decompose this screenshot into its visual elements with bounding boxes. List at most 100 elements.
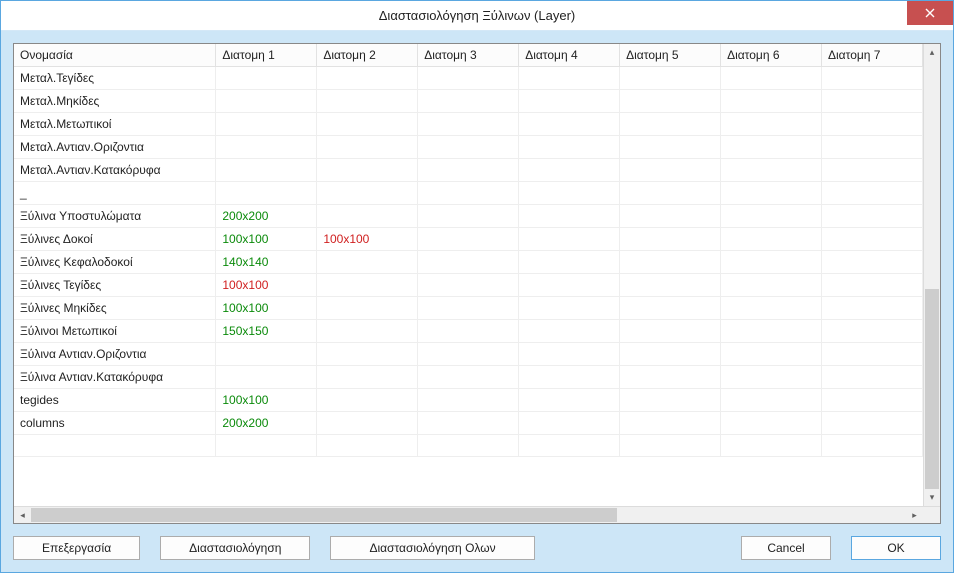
data-cell[interactable]: [620, 159, 721, 182]
data-cell[interactable]: [317, 182, 418, 205]
table-row[interactable]: Ξύλινοι Μετωπικοί150x150: [14, 320, 923, 343]
data-cell[interactable]: [418, 274, 519, 297]
table-row[interactable]: Μεταλ.Αντιαν.Οριζοντια: [14, 136, 923, 159]
data-cell[interactable]: [519, 435, 620, 457]
data-cell[interactable]: [418, 412, 519, 435]
data-cell[interactable]: [418, 182, 519, 205]
table-row[interactable]: Μεταλ.Τεγίδες: [14, 67, 923, 90]
column-header-diatomi-5[interactable]: Διατομη 5: [620, 44, 721, 67]
data-cell[interactable]: [216, 366, 317, 389]
column-header-diatomi-1[interactable]: Διατομη 1: [216, 44, 317, 67]
data-cell[interactable]: [721, 320, 822, 343]
data-cell[interactable]: [216, 182, 317, 205]
data-cell[interactable]: [620, 251, 721, 274]
data-cell[interactable]: [317, 205, 418, 228]
data-cell[interactable]: [519, 136, 620, 159]
data-cell[interactable]: [418, 113, 519, 136]
data-cell[interactable]: [317, 274, 418, 297]
data-cell[interactable]: [418, 435, 519, 457]
data-cell[interactable]: [317, 159, 418, 182]
data-cell[interactable]: [620, 67, 721, 90]
data-cell[interactable]: [317, 343, 418, 366]
table-row[interactable]: Ξύλινες Δοκοί100x100100x100: [14, 228, 923, 251]
row-name-cell[interactable]: _: [14, 182, 216, 205]
data-cell[interactable]: [418, 366, 519, 389]
data-cell[interactable]: [822, 90, 923, 113]
dimension-all-button[interactable]: Διαστασιολόγηση Ολων: [330, 536, 534, 560]
data-cell[interactable]: [519, 297, 620, 320]
data-cell[interactable]: 150x150: [216, 320, 317, 343]
row-name-cell[interactable]: Μεταλ.Μηκίδες: [14, 90, 216, 113]
data-cell[interactable]: [721, 205, 822, 228]
data-cell[interactable]: [822, 320, 923, 343]
row-name-cell[interactable]: Μεταλ.Μετωπικοί: [14, 113, 216, 136]
data-cell[interactable]: 100x100: [216, 228, 317, 251]
table-row[interactable]: Ξύλινες Κεφαλοδοκοί140x140: [14, 251, 923, 274]
table-row[interactable]: Ξύλινα Αντιαν.Οριζοντια: [14, 343, 923, 366]
data-cell[interactable]: [418, 159, 519, 182]
table-row[interactable]: Ξύλινες Μηκίδες100x100: [14, 297, 923, 320]
data-cell[interactable]: [822, 67, 923, 90]
data-cell[interactable]: [620, 435, 721, 457]
data-cell[interactable]: [216, 136, 317, 159]
data-cell[interactable]: [822, 182, 923, 205]
data-cell[interactable]: [620, 136, 721, 159]
data-cell[interactable]: [216, 90, 317, 113]
data-cell[interactable]: [519, 366, 620, 389]
data-cell[interactable]: [216, 113, 317, 136]
column-header-name[interactable]: Ονομασία: [14, 44, 216, 67]
data-cell[interactable]: 100x100: [216, 389, 317, 412]
data-cell[interactable]: [317, 412, 418, 435]
row-name-cell[interactable]: Μεταλ.Αντιαν.Κατακόρυφα: [14, 159, 216, 182]
scroll-left-arrow-icon[interactable]: ◂: [14, 507, 31, 523]
data-cell[interactable]: [822, 228, 923, 251]
vertical-scrollbar[interactable]: ▴ ▾: [923, 44, 940, 506]
data-cell[interactable]: [822, 435, 923, 457]
data-cell[interactable]: [418, 90, 519, 113]
row-name-cell[interactable]: Ξύλινα Αντιαν.Κατακόρυφα: [14, 366, 216, 389]
data-cell[interactable]: [620, 343, 721, 366]
scroll-up-arrow-icon[interactable]: ▴: [924, 44, 940, 61]
row-name-cell[interactable]: [14, 435, 216, 457]
table-row[interactable]: columns200x200: [14, 412, 923, 435]
data-cell[interactable]: [519, 274, 620, 297]
row-name-cell[interactable]: Ξύλινα Αντιαν.Οριζοντια: [14, 343, 216, 366]
table-row[interactable]: Μεταλ.Αντιαν.Κατακόρυφα: [14, 159, 923, 182]
data-cell[interactable]: [418, 228, 519, 251]
data-cell[interactable]: [418, 205, 519, 228]
row-name-cell[interactable]: Μεταλ.Τεγίδες: [14, 67, 216, 90]
data-cell[interactable]: [620, 274, 721, 297]
data-cell[interactable]: [519, 389, 620, 412]
data-cell[interactable]: [216, 159, 317, 182]
data-cell[interactable]: [721, 90, 822, 113]
data-cell[interactable]: [216, 343, 317, 366]
column-header-diatomi-7[interactable]: Διατομη 7: [822, 44, 923, 67]
data-cell[interactable]: [822, 113, 923, 136]
table-row[interactable]: Μεταλ.Μηκίδες: [14, 90, 923, 113]
data-cell[interactable]: [822, 297, 923, 320]
data-cell[interactable]: [721, 343, 822, 366]
data-cell[interactable]: [519, 412, 620, 435]
data-cell[interactable]: [620, 297, 721, 320]
data-cell[interactable]: [317, 251, 418, 274]
data-cell[interactable]: [620, 182, 721, 205]
data-cell[interactable]: [822, 205, 923, 228]
data-cell[interactable]: [620, 205, 721, 228]
data-cell[interactable]: [620, 412, 721, 435]
data-cell[interactable]: [418, 297, 519, 320]
data-cell[interactable]: [519, 228, 620, 251]
data-cell[interactable]: 100x100: [317, 228, 418, 251]
vertical-scroll-thumb[interactable]: [925, 289, 939, 489]
data-cell[interactable]: [317, 366, 418, 389]
data-cell[interactable]: [317, 389, 418, 412]
horizontal-scroll-thumb[interactable]: [31, 508, 617, 522]
data-cell[interactable]: 100x100: [216, 274, 317, 297]
data-cell[interactable]: [721, 136, 822, 159]
ok-button[interactable]: OK: [851, 536, 941, 560]
table-row[interactable]: _: [14, 182, 923, 205]
scroll-down-arrow-icon[interactable]: ▾: [924, 489, 940, 506]
data-cell[interactable]: 200x200: [216, 205, 317, 228]
data-cell[interactable]: [721, 67, 822, 90]
data-cell[interactable]: [822, 159, 923, 182]
data-cell[interactable]: [721, 113, 822, 136]
